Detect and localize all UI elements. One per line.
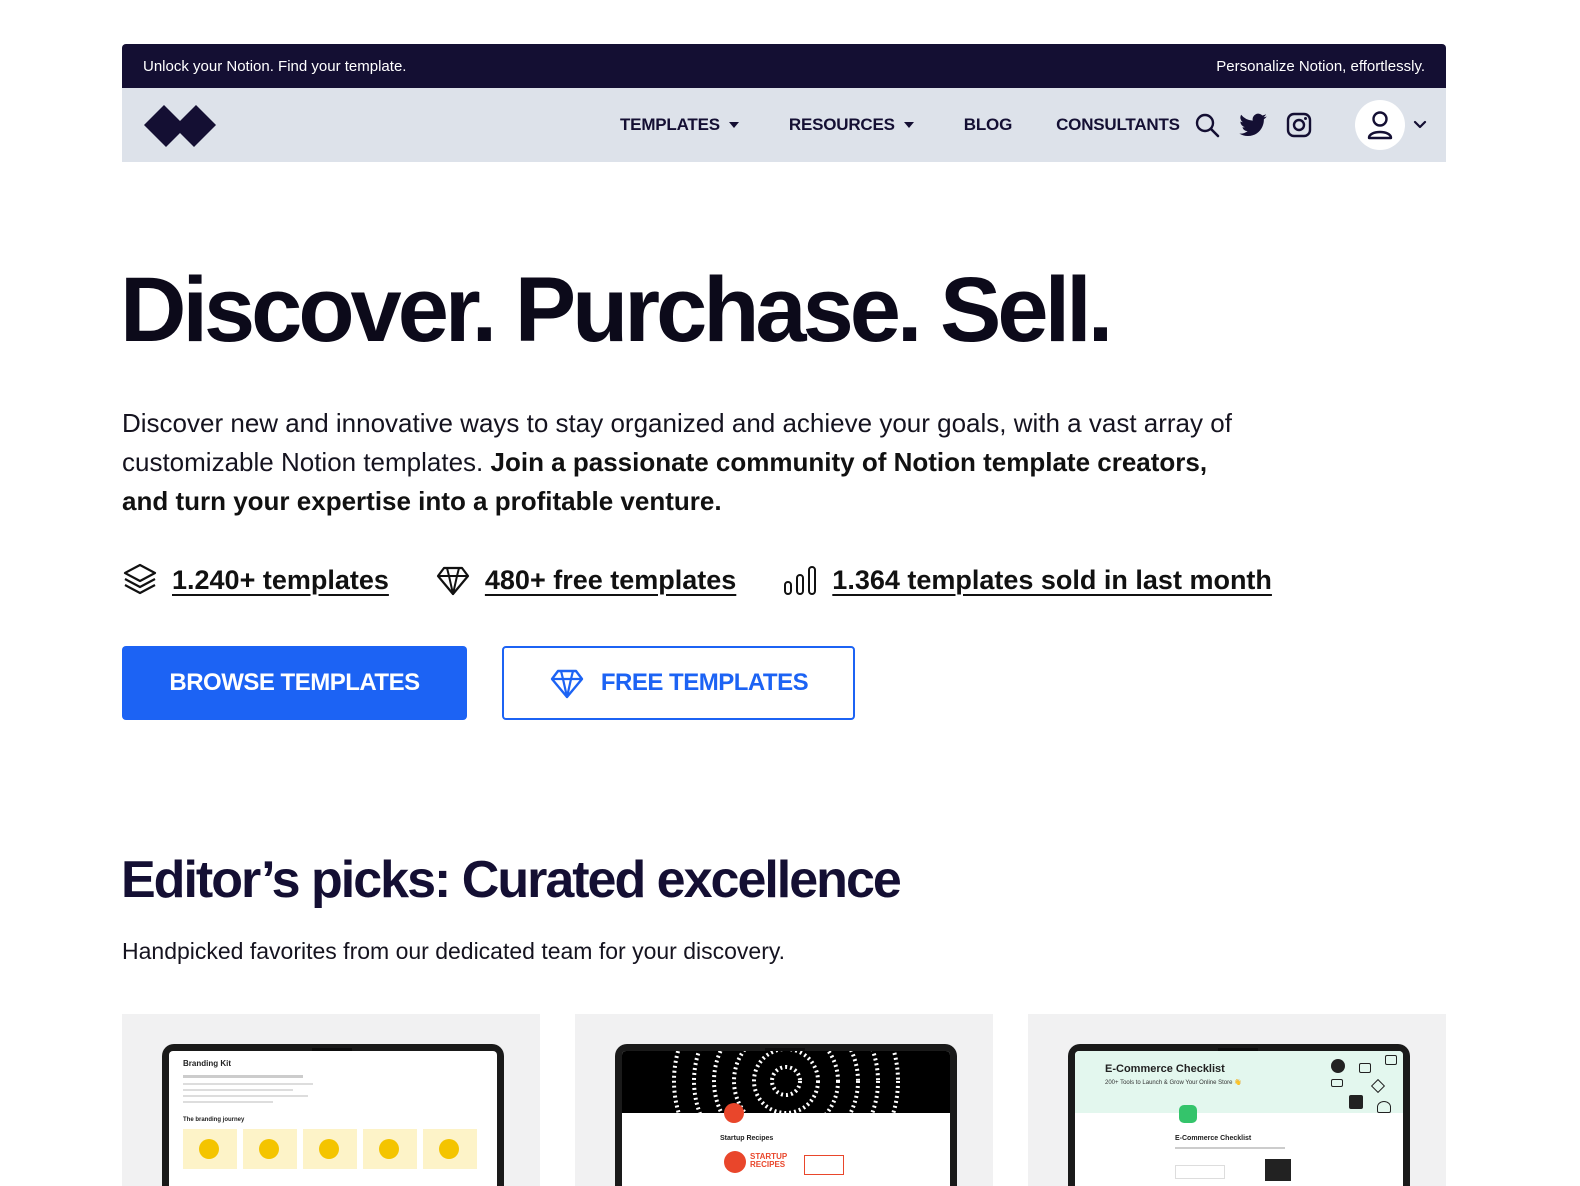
caret-down-icon <box>903 122 914 128</box>
search-icon[interactable] <box>1192 110 1222 140</box>
startup-logo-icon <box>724 1103 744 1123</box>
stat-free-templates-link[interactable]: 480+ free templates <box>485 565 736 596</box>
stat-templates: 1.240+ templates <box>122 562 389 598</box>
announcement-right-text: Personalize Notion, effortlessly. <box>1216 57 1425 75</box>
hero-title: Discover. Purchase. Sell. <box>120 259 1113 361</box>
template-preview: Startup Recipes STARTUP RECIPES <box>622 1051 950 1186</box>
hero-description: Discover new and innovative ways to stay… <box>122 404 1232 521</box>
editors-picks-title: Editor’s picks: Curated excellence <box>121 851 902 909</box>
preview-logo-text: STARTUP RECIPES <box>750 1152 788 1169</box>
preview-subtitle: 200+ Tools to Launch & Grow Your Online … <box>1105 1080 1242 1086</box>
browse-templates-button[interactable]: BROWSE TEMPLATES <box>122 646 467 720</box>
stat-templates-link[interactable]: 1.240+ templates <box>172 565 389 596</box>
free-templates-button[interactable]: FREE TEMPLATES <box>502 646 855 720</box>
nav-templates[interactable]: TEMPLATES <box>620 115 739 135</box>
editors-picks-subtitle: Handpicked favorites from our dedicated … <box>122 938 786 964</box>
template-card[interactable]: E-Commerce Checklist 200+ Tools to Launc… <box>1028 1014 1446 1186</box>
site-logo[interactable] <box>144 103 216 147</box>
nav-resources[interactable]: RESOURCES <box>789 115 914 135</box>
stat-sold-link[interactable]: 1.364 templates sold in last month <box>832 565 1272 596</box>
template-preview: Branding Kit The branding journey <box>169 1051 497 1186</box>
nav-blog-label: BLOG <box>963 115 1013 134</box>
stats-row: 1.240+ templates 480+ free templates 1.3… <box>122 562 1318 598</box>
chevron-down-icon[interactable] <box>1412 117 1428 133</box>
stat-free-templates: 480+ free templates <box>435 562 736 598</box>
nav-consultants-label: CONSULTANTS <box>1056 115 1180 134</box>
laptop-mockup: Startup Recipes STARTUP RECIPES <box>615 1044 957 1186</box>
main-navbar: TEMPLATES RESOURCES BLOG CONSULTANTS <box>122 88 1446 162</box>
preview-heading: E-Commerce Checklist <box>1175 1135 1252 1142</box>
nav-links: TEMPLATES RESOURCES BLOG CONSULTANTS <box>620 88 1180 162</box>
laptop-mockup: Branding Kit The branding journey <box>162 1044 504 1186</box>
diamond-icon <box>436 566 469 596</box>
template-card[interactable]: Startup Recipes STARTUP RECIPES <box>575 1014 993 1186</box>
preview-title: Startup Recipes <box>720 1135 774 1142</box>
nav-templates-label: TEMPLATES <box>620 115 720 134</box>
nav-resources-label: RESOURCES <box>788 115 895 134</box>
twitter-icon[interactable] <box>1238 110 1268 140</box>
preview-title: Branding Kit <box>183 1059 231 1068</box>
free-templates-label: FREE TEMPLATES <box>600 669 809 696</box>
diamond-icon <box>550 669 584 699</box>
user-avatar[interactable] <box>1355 100 1405 150</box>
layers-icon <box>123 563 157 595</box>
user-icon <box>1367 111 1393 140</box>
preview-banner <box>622 1051 950 1113</box>
instagram-icon[interactable] <box>1284 110 1314 140</box>
template-preview: E-Commerce Checklist 200+ Tools to Launc… <box>1075 1051 1403 1186</box>
caret-down-icon <box>728 122 739 128</box>
announcement-left-text: Unlock your Notion. Find your template. <box>143 57 407 75</box>
nav-blog[interactable]: BLOG <box>963 115 1013 135</box>
template-card[interactable]: Branding Kit The branding journey <box>122 1014 540 1186</box>
preview-title: E-Commerce Checklist <box>1105 1063 1225 1075</box>
stat-sold: 1.364 templates sold in last month <box>782 562 1272 598</box>
laptop-mockup: E-Commerce Checklist 200+ Tools to Launc… <box>1068 1044 1410 1186</box>
nav-consultants[interactable]: CONSULTANTS <box>1056 115 1180 135</box>
preview-subtitle: The branding journey <box>183 1117 245 1123</box>
announcement-bar: Unlock your Notion. Find your template. … <box>122 44 1446 88</box>
bar-chart-icon <box>784 566 817 595</box>
